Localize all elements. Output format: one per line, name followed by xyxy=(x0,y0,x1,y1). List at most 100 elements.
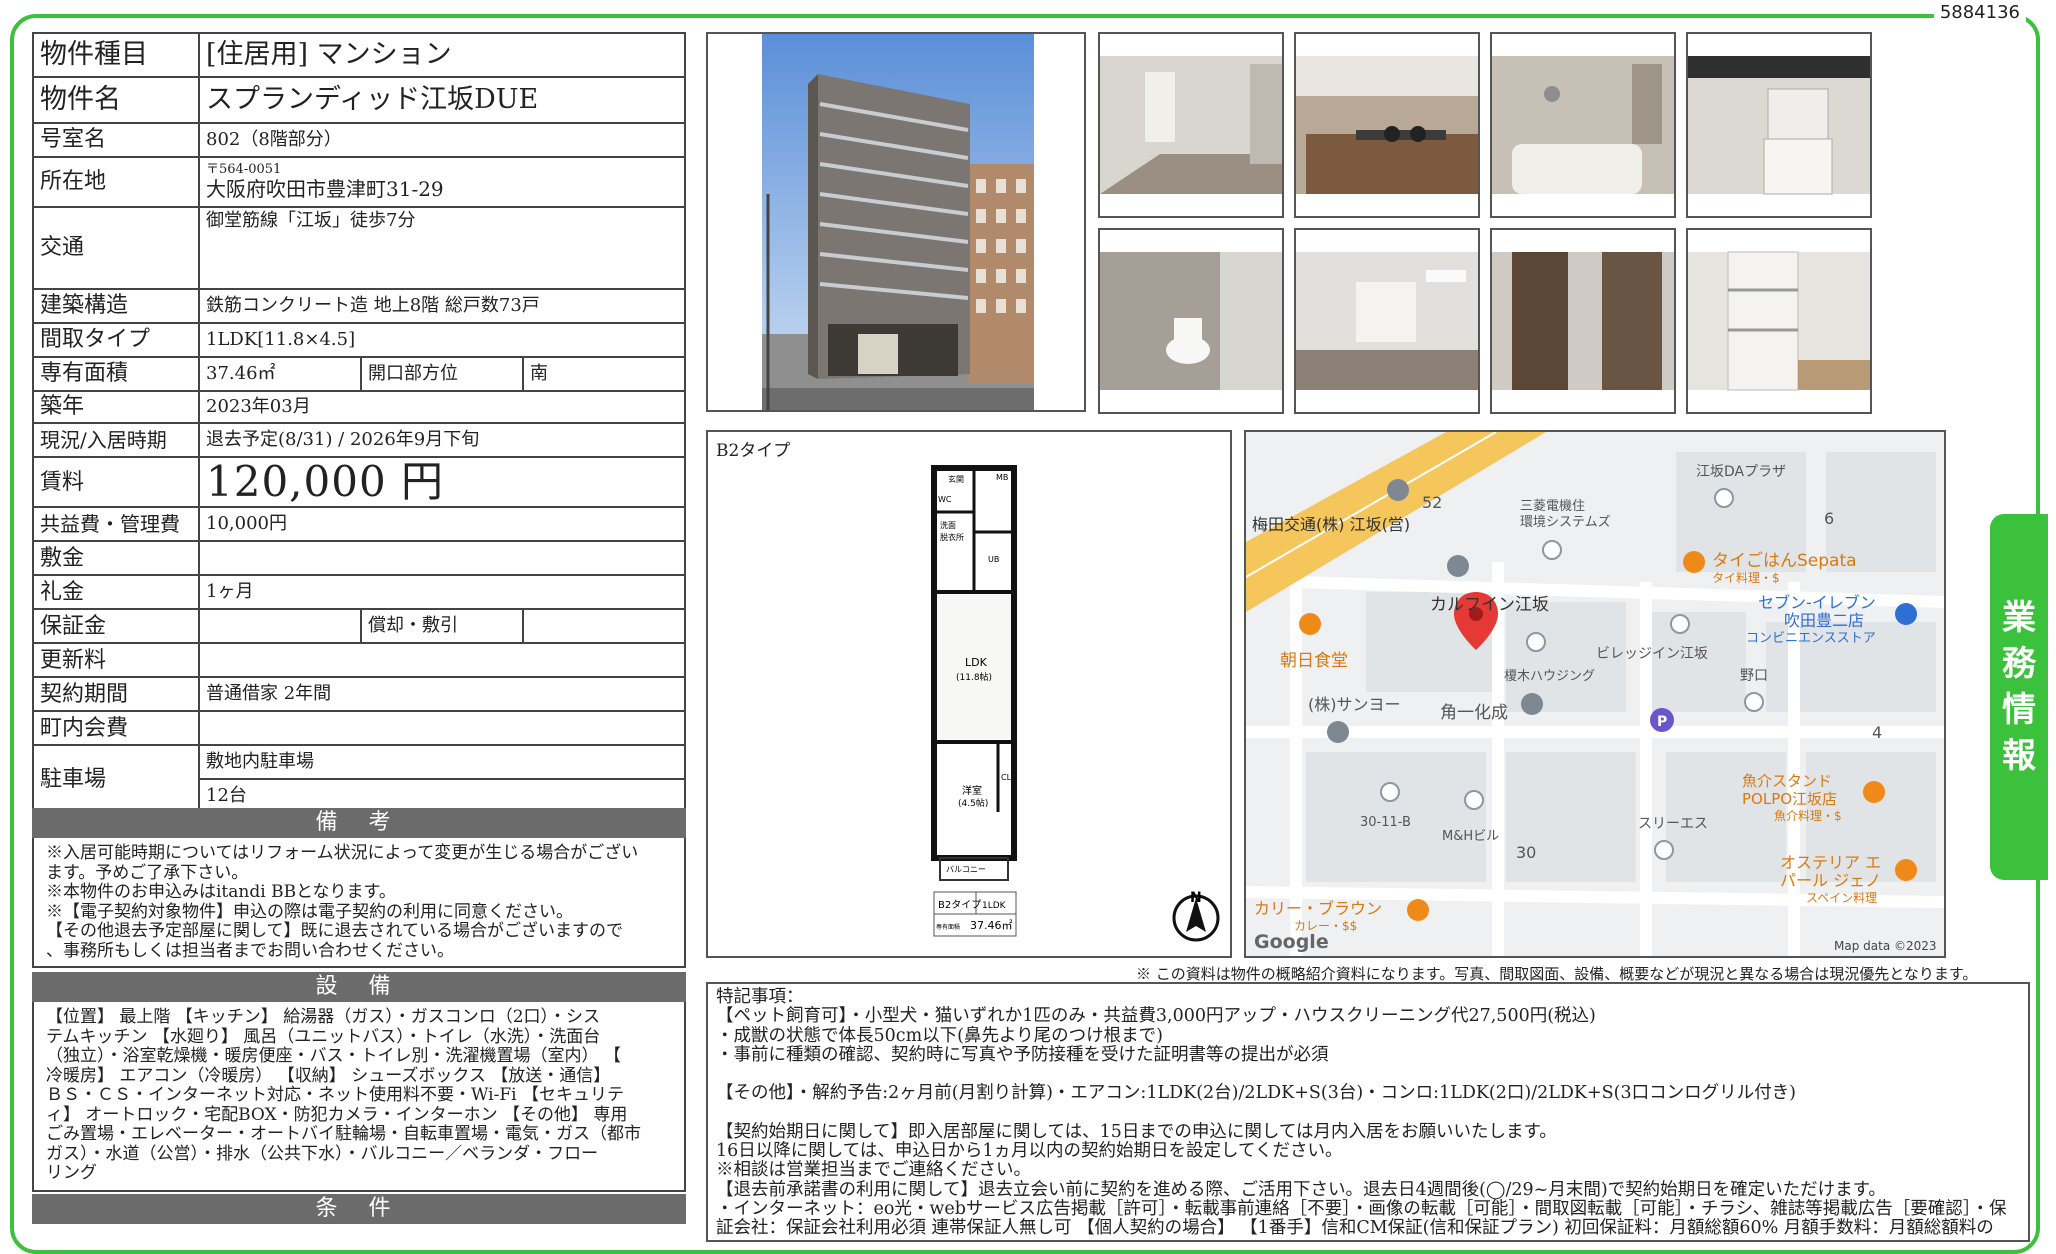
key-money-label: 礼金 xyxy=(32,574,200,611)
map-label: 梅田交通(株) 江坂(営) xyxy=(1252,515,1410,534)
built-label: 築年 xyxy=(32,390,200,424)
amortization-value xyxy=(522,608,686,645)
name-value: スプランディッド江坂DUE xyxy=(198,76,686,124)
plan-room-ldk: LDK xyxy=(965,656,988,669)
map-label: 朝日食堂 xyxy=(1280,651,1348,671)
map-label: タイ料理・$ xyxy=(1712,571,1780,585)
map-label: コンビニエンスストア xyxy=(1746,631,1876,646)
guarantee-label: 保証金 xyxy=(32,608,200,645)
interior-photo-entrance xyxy=(1490,228,1676,414)
remarks-body: ※入居可能時期についてはリフォーム状況によって変更が生じる場合がござい ます。予… xyxy=(32,838,686,968)
equipment-line: テムキッチン 【水廻り】 風呂（ユニットバス）・トイレ（水洗）・洗面台 xyxy=(46,1026,601,1047)
layout-label: 間取タイプ xyxy=(32,322,200,358)
remarks-line: ※【電子契約対象物件】申込の際は電子契約の利用に同意ください。 xyxy=(46,901,573,922)
area-label: 専有面積 xyxy=(32,356,200,392)
type-label: 物件種目 xyxy=(32,32,200,78)
plan-footer-layout: 1LDK xyxy=(982,901,1007,911)
equipment-body: 【位置】 最上階 【キッチン】 給湯器（ガス）・ガスコンロ（2口）・シス テムキ… xyxy=(32,1002,686,1192)
equipment-header: 設 備 xyxy=(32,972,686,1002)
side-tab-char: 情 xyxy=(2002,689,2036,730)
map-label: 榎木ハウジング xyxy=(1504,669,1595,684)
town-fee-value xyxy=(198,710,686,747)
building-photo xyxy=(706,32,1086,412)
structure-label: 建築構造 xyxy=(32,288,200,324)
equipment-line: ィ】 オートロック・宅配BOX・防犯カメラ・インターホン 【その他】 専用 xyxy=(46,1104,628,1125)
room-label: 号室名 xyxy=(32,122,200,158)
postal-code: 〒564-0051 xyxy=(206,162,282,178)
rent-label: 賃料 xyxy=(32,455,200,509)
plan-room-mb: MB xyxy=(996,473,1008,482)
plan-room-balcony: バルコニー xyxy=(946,865,986,874)
map-label: 吹田豊二店 xyxy=(1784,611,1864,630)
plan-footer-area: 37.46㎡ xyxy=(970,919,1013,932)
deposit-value xyxy=(198,540,686,577)
layout-value: 1LDK[11.8×4.5] xyxy=(198,322,686,358)
equipment-line: ごみ置場・エレベーター・オートバイ駐輪場・自転車置場・電気・ガス（都市 xyxy=(46,1124,641,1145)
plan-room-western-size: (4.5帖) xyxy=(958,797,988,809)
plan-room-ldk-size: (11.8帖) xyxy=(956,671,992,683)
direction-label: 開口部方位 xyxy=(360,356,524,392)
map-label: オステリア エ xyxy=(1780,853,1881,872)
map-label: M&Hビル xyxy=(1442,829,1499,844)
plan-room-dressing: 脱衣所 xyxy=(940,532,964,542)
deposit-label: 敷金 xyxy=(32,540,200,577)
north-label: N xyxy=(1190,890,1202,906)
map-label: カリー・ブラウン xyxy=(1254,899,1382,918)
remarks-header: 備 考 xyxy=(32,808,686,838)
notes-line: ※相談は営業担当までご連絡ください。 xyxy=(716,1160,1031,1181)
location-map[interactable]: P 梅田交通(株) 江坂(営) 52 三菱電機住 環境システムズ 江坂DAプラザ… xyxy=(1244,430,1946,958)
equipment-line: ＢＳ・ＣＳ・インターネット対応・ネット使用料不要・Wi-Fi 【セキュリテ xyxy=(46,1085,624,1106)
status-value: 退去予定(8/31) / 2026年9月下旬 xyxy=(198,422,686,458)
interior-photo-closet xyxy=(1686,228,1872,414)
notes-line: ・成獣の状態で体長50cm以下(鼻先より尾のつけ根まで) xyxy=(716,1025,1163,1046)
amortization-label: 償却・敷引 xyxy=(360,608,524,645)
disclaimer: ※ この資料は物件の概略紹介資料になります。写真、間取図面、設備、概要などが現況… xyxy=(1136,965,1978,983)
plan-room-ub: UB xyxy=(988,555,999,564)
status-label: 現況/入居時期 xyxy=(32,422,200,458)
area-value: 37.46㎡ xyxy=(198,356,362,392)
plan-room-washroom: 洗面 xyxy=(940,520,956,530)
built-value: 2023年03月 xyxy=(198,390,686,424)
interior-photo-living xyxy=(1098,32,1284,218)
map-label: 魚介料理・$ xyxy=(1774,809,1842,823)
side-tab-char: 業 xyxy=(2002,598,2036,638)
map-credit: Map data ©2023 xyxy=(1834,939,1937,953)
type-value: [住居用] マンション xyxy=(198,32,686,78)
rent-value: 120,000 円 xyxy=(198,455,686,509)
notes-line xyxy=(716,1104,2020,1123)
map-label: 江坂DAプラザ xyxy=(1696,464,1786,480)
map-label: 52 xyxy=(1422,493,1442,512)
room-value: 802（8階部分） xyxy=(198,122,686,158)
interior-photo-kitchen xyxy=(1294,32,1480,218)
interior-photo-bath xyxy=(1490,32,1676,218)
notes-line: 16日以降に関しては、申込日から1ヵ月以内の契約始期日を設定してください。 xyxy=(716,1141,1343,1161)
map-label: 角一化成 xyxy=(1440,703,1508,723)
address: 大阪府吹田市豊津町31-29 xyxy=(206,176,444,201)
guarantee-value xyxy=(198,608,362,645)
notes-line: 【ペット飼育可】・小型犬・猫いずれか1匹のみ・共益費3,000円アップ・ハウスク… xyxy=(716,1006,1596,1027)
plan-room-entrance: 玄関 xyxy=(948,474,964,484)
notes-line: 【契約始期日に関して】即入居部屋に関しては、15日までの申込に関しては月内入居を… xyxy=(716,1121,1557,1142)
map-label: POLPO江坂店 xyxy=(1742,790,1837,808)
map-label: (株)サンヨー xyxy=(1308,695,1401,714)
map-label: ビレッジイン江坂 xyxy=(1596,646,1708,662)
business-info-tab[interactable]: 業 務 情 報 xyxy=(1990,514,2048,880)
property-spec-table: 物件種目 [住居用] マンション 物件名 スプランディッド江坂DUE 号室名 8… xyxy=(32,32,686,815)
parking-label: 駐車場 xyxy=(32,744,200,815)
equipment-line: 【位置】 最上階 【キッチン】 給湯器（ガス）・ガスコンロ（2口）・シス xyxy=(46,1007,601,1027)
interior-photo-washroom xyxy=(1686,32,1872,218)
map-label: 30-11-B xyxy=(1360,815,1411,830)
map-label: スペイン料理 xyxy=(1806,891,1877,905)
remarks-line: 、事務所もしくは担当者までお問い合わせください。 xyxy=(46,940,454,961)
map-label: セブン-イレブン xyxy=(1758,593,1876,612)
map-label: カルフイン江坂 xyxy=(1430,595,1549,615)
remarks-line: 【その他退去予定部屋に関して】既に退去されている場合がございますので xyxy=(46,921,623,942)
map-label: 30 xyxy=(1516,843,1536,862)
location-value: 〒564-0051 大阪府吹田市豊津町31-29 xyxy=(198,156,686,208)
renewal-label: 更新料 xyxy=(32,642,200,679)
map-label: 6 xyxy=(1824,509,1834,528)
conditions-header: 条 件 xyxy=(32,1194,686,1224)
renewal-value xyxy=(198,642,686,679)
plan-room-western: 洋室 xyxy=(962,784,982,797)
map-label: スリーエス xyxy=(1638,816,1708,832)
